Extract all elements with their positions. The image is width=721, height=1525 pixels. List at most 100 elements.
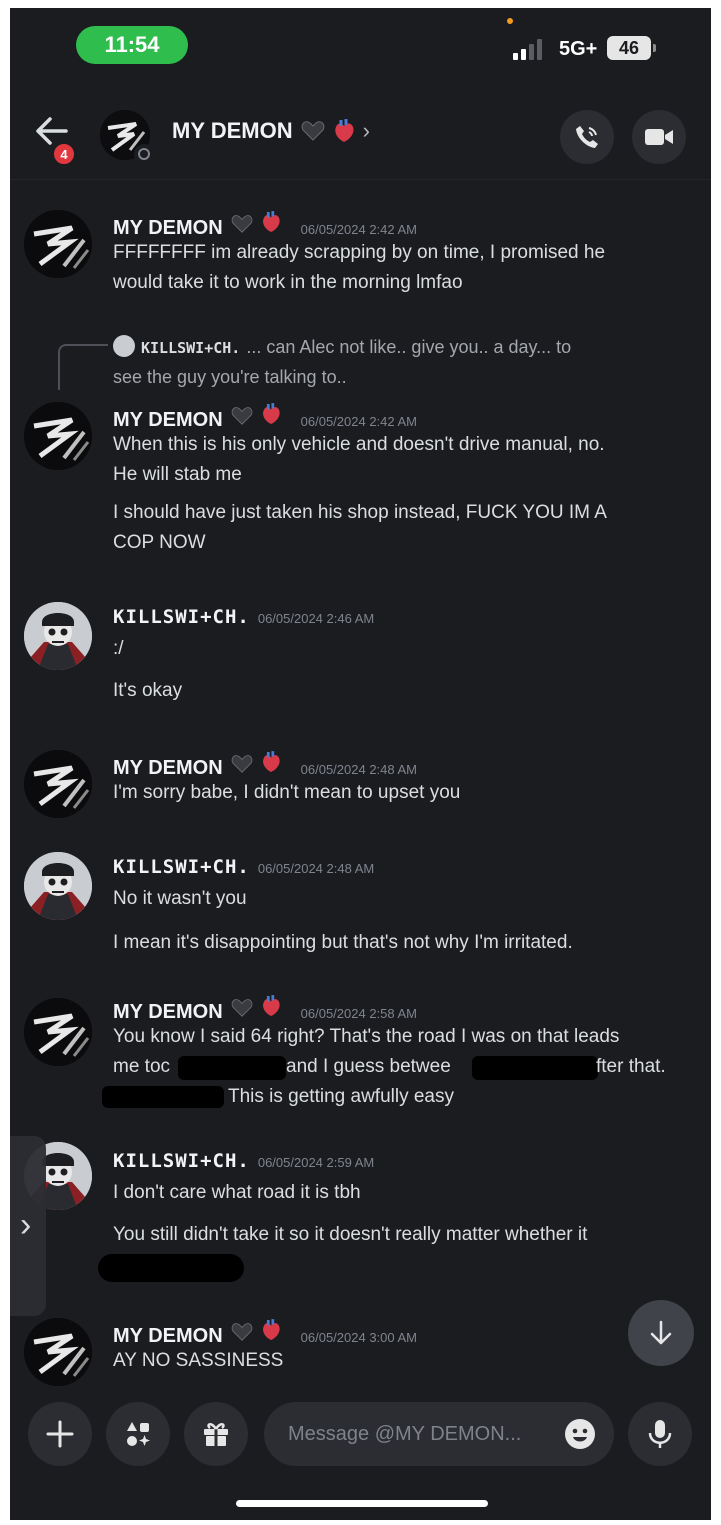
- message-text: I mean it's disappointing but that's not…: [113, 932, 573, 953]
- author-name[interactable]: KILLSWI+CH.: [113, 1150, 250, 1172]
- reply-text-continued: see the guy you're talking to..: [113, 367, 347, 387]
- message-header: MY DEMON 06/05/2024 3:00 AM: [113, 1318, 417, 1348]
- message-list[interactable]: MY DEMON 06/05/2024 2:42 AM FFFFFFFF im …: [10, 180, 711, 1394]
- black-heart-icon: [231, 755, 252, 773]
- message-text: No it wasn't you: [113, 888, 247, 909]
- redaction-mark: [98, 1254, 244, 1282]
- video-call-button[interactable]: [632, 110, 686, 164]
- message-text: I'm sorry babe, I didn't mean to upset y…: [113, 782, 461, 803]
- message-input[interactable]: Message @MY DEMON...: [264, 1402, 614, 1466]
- arrow-down-icon: [650, 1320, 672, 1345]
- gift-button[interactable]: [184, 1402, 248, 1466]
- anatomical-heart-icon: [262, 1319, 280, 1340]
- apps-button[interactable]: [106, 1402, 170, 1466]
- timestamp: 06/05/2024 2:42 AM: [300, 222, 418, 237]
- message-composer: Message @MY DEMON...: [10, 1394, 711, 1520]
- author-name[interactable]: MY DEMON: [113, 757, 223, 780]
- message-input-placeholder: Message @MY DEMON...: [288, 1422, 522, 1445]
- call-icon: [576, 126, 598, 148]
- avatar[interactable]: [24, 1318, 92, 1386]
- message-text: would take it to work in the morning lmf…: [113, 272, 463, 293]
- anatomical-heart-icon: [334, 119, 354, 142]
- message-header: MY DEMON 06/05/2024 2:42 AM: [113, 402, 417, 432]
- timestamp: 06/05/2024 2:46 AM: [257, 611, 375, 626]
- avatar-image: [24, 402, 92, 470]
- avatar-image: [24, 1318, 92, 1386]
- home-indicator[interactable]: [236, 1500, 488, 1507]
- message-text: fter that.: [596, 1056, 666, 1077]
- author-name[interactable]: MY DEMON: [113, 217, 223, 240]
- timestamp: 06/05/2024 3:00 AM: [300, 1330, 418, 1345]
- author-name[interactable]: MY DEMON: [113, 1325, 223, 1348]
- chevron-right-icon: ›: [20, 1206, 32, 1244]
- black-heart-icon: [231, 215, 252, 233]
- voice-call-button[interactable]: [560, 110, 614, 164]
- reply-preview[interactable]: KILLSWI+CH. ... can Alec not like.. give …: [113, 332, 571, 363]
- status-time: 11:54: [76, 26, 188, 64]
- signal-icon: [513, 38, 553, 60]
- black-heart-icon: [301, 121, 324, 141]
- author-name[interactable]: KILLSWI+CH.: [113, 606, 250, 628]
- reply-text: ... can Alec not like.. give you.. a day…: [246, 337, 572, 357]
- timestamp: 06/05/2024 2:48 AM: [300, 762, 418, 777]
- avatar-image: [24, 602, 92, 670]
- emoji-icon[interactable]: [564, 1418, 596, 1450]
- redaction-mark: [102, 1086, 224, 1108]
- reply-author: KILLSWI+CH.: [141, 339, 241, 357]
- unread-badge: 4: [52, 142, 76, 166]
- jump-to-present-button[interactable]: [628, 1300, 694, 1366]
- message-header: MY DEMON 06/05/2024 2:48 AM: [113, 750, 417, 780]
- gift-icon: [204, 1423, 228, 1446]
- message-text: and I guess betwee: [286, 1056, 451, 1077]
- redaction-mark: [178, 1056, 286, 1080]
- avatar[interactable]: [24, 852, 92, 920]
- reply-avatar: [113, 335, 135, 357]
- message-text: me toc: [113, 1056, 171, 1077]
- timestamp: 06/05/2024 2:58 AM: [300, 1006, 418, 1021]
- anatomical-heart-icon: [262, 211, 280, 232]
- message-header: KILLSWI+CH. 06/05/2024 2:46 AM: [113, 606, 374, 628]
- redaction-mark: [472, 1056, 598, 1080]
- author-name[interactable]: MY DEMON: [113, 1001, 223, 1024]
- video-icon: [645, 129, 673, 145]
- message-text: You know I said 64 right? That's the roa…: [113, 1026, 620, 1047]
- message-header: MY DEMON 06/05/2024 2:42 AM: [113, 210, 417, 240]
- mic-in-use-indicator: [507, 18, 513, 24]
- status-bar: 11:54 5G+ 46: [10, 8, 711, 86]
- chat-title-text: MY DEMON: [172, 118, 293, 143]
- black-heart-icon: [231, 407, 252, 425]
- black-heart-icon: [231, 999, 252, 1017]
- voice-message-button[interactable]: [628, 1402, 692, 1466]
- timestamp: 06/05/2024 2:48 AM: [257, 861, 375, 876]
- timestamp: 06/05/2024 2:42 AM: [300, 414, 418, 429]
- message-text: He will stab me: [113, 464, 242, 485]
- channel-drawer-handle[interactable]: ›: [10, 1136, 46, 1316]
- chat-header: 4 MY DEMON ›: [10, 90, 711, 180]
- chevron-right-icon: ›: [362, 118, 370, 143]
- avatar[interactable]: [24, 402, 92, 470]
- avatar[interactable]: [24, 750, 92, 818]
- message-text: It's okay: [113, 680, 183, 701]
- attach-button[interactable]: [28, 1402, 92, 1466]
- network-label: 5G+: [559, 38, 598, 60]
- avatar[interactable]: [24, 998, 92, 1066]
- offline-status-icon: [134, 144, 154, 164]
- message-text: FFFFFFFF im already scrapping by on time…: [113, 242, 606, 263]
- message-text: I don't care what road it is tbh: [113, 1182, 361, 1203]
- anatomical-heart-icon: [262, 995, 280, 1016]
- mic-icon: [648, 1420, 672, 1448]
- discord-dm-screen: 11:54 5G+ 46 4 MY DEMON › MY DEMON 06/05…: [10, 8, 711, 1520]
- message-text: COP NOW: [113, 532, 206, 553]
- plus-icon: [46, 1420, 74, 1448]
- message-header: KILLSWI+CH. 06/05/2024 2:48 AM: [113, 856, 374, 878]
- author-name[interactable]: KILLSWI+CH.: [113, 856, 250, 878]
- anatomical-heart-icon: [262, 751, 280, 772]
- timestamp: 06/05/2024 2:59 AM: [257, 1155, 375, 1170]
- chat-title[interactable]: MY DEMON ›: [172, 118, 370, 144]
- author-name[interactable]: MY DEMON: [113, 409, 223, 432]
- avatar[interactable]: [24, 602, 92, 670]
- avatar[interactable]: [24, 210, 92, 278]
- avatar-image: [24, 210, 92, 278]
- avatar-image: [24, 750, 92, 818]
- message-text: This is getting awfully easy: [228, 1086, 454, 1107]
